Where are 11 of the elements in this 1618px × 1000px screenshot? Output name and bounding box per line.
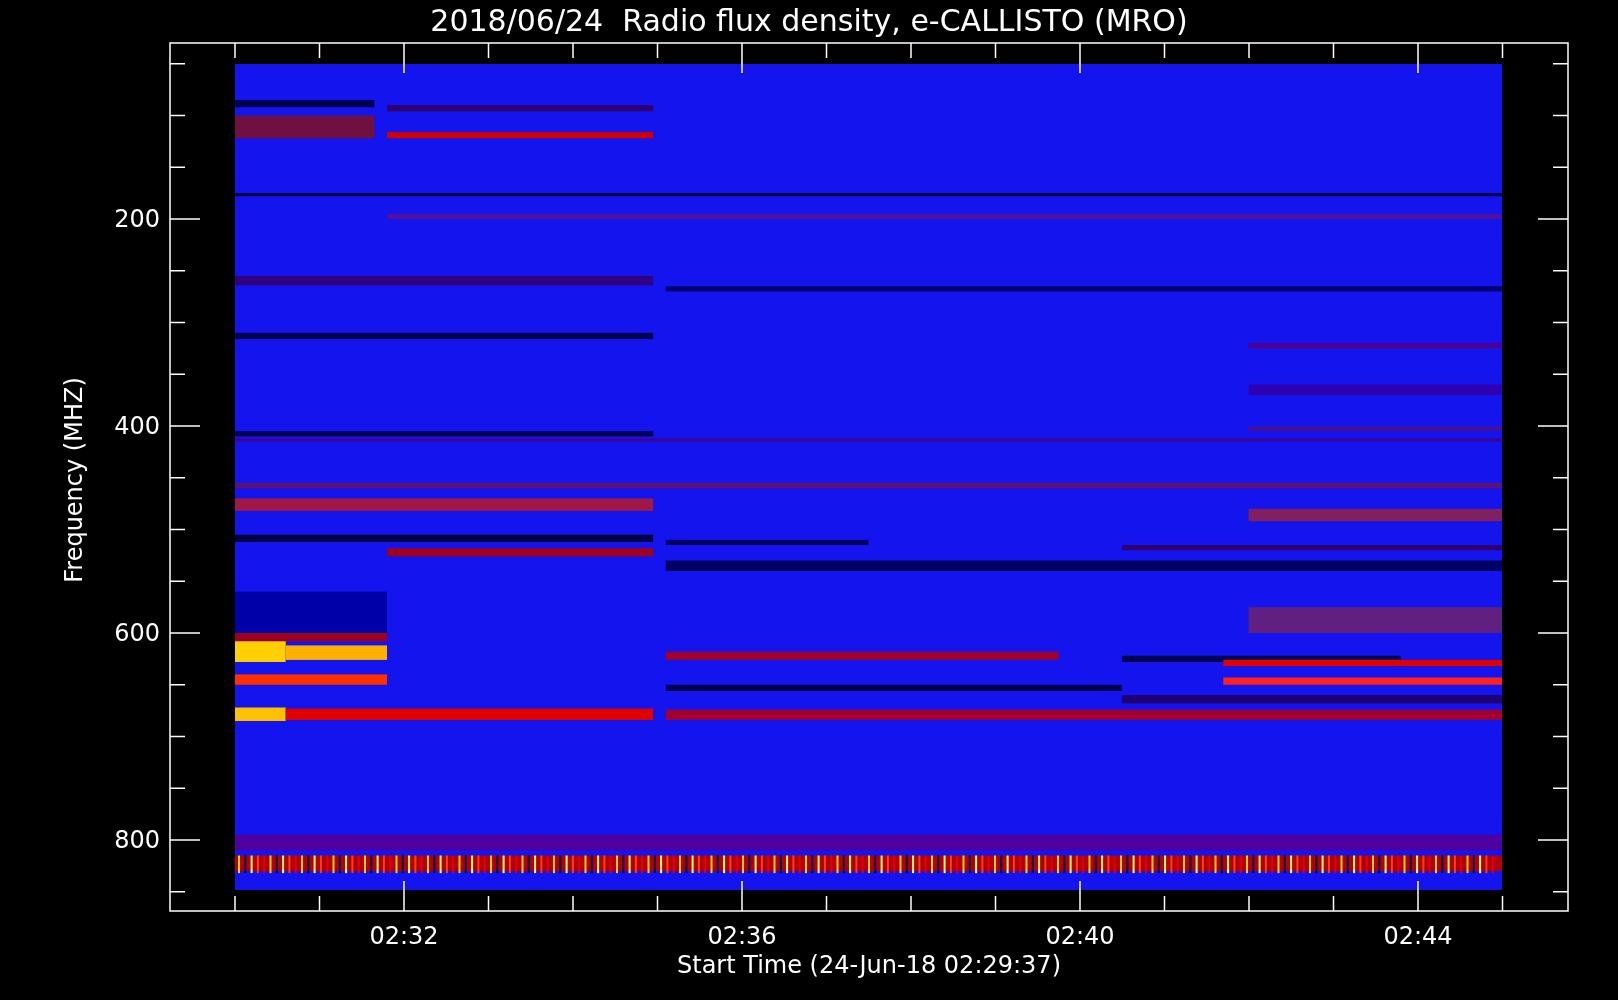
- y-tick-label: 800: [114, 826, 160, 854]
- x-tick-label: 02:44: [1383, 922, 1453, 950]
- plot-title: 2018/06/24 Radio flux density, e-CALLISTO (MRO): [430, 3, 1188, 38]
- y-tick-label: 600: [114, 619, 160, 647]
- x-tick-label: 02:40: [1045, 922, 1115, 950]
- x-tick-label: 02:32: [369, 922, 439, 950]
- x-tick-label: 02:36: [707, 922, 777, 950]
- x-axis-label: Start Time (24-Jun-18 02:29:37): [677, 951, 1061, 979]
- y-tick-label: 200: [114, 205, 160, 233]
- y-tick-label: 400: [114, 412, 160, 440]
- y-axis-label: Frequency (MHZ): [60, 377, 88, 583]
